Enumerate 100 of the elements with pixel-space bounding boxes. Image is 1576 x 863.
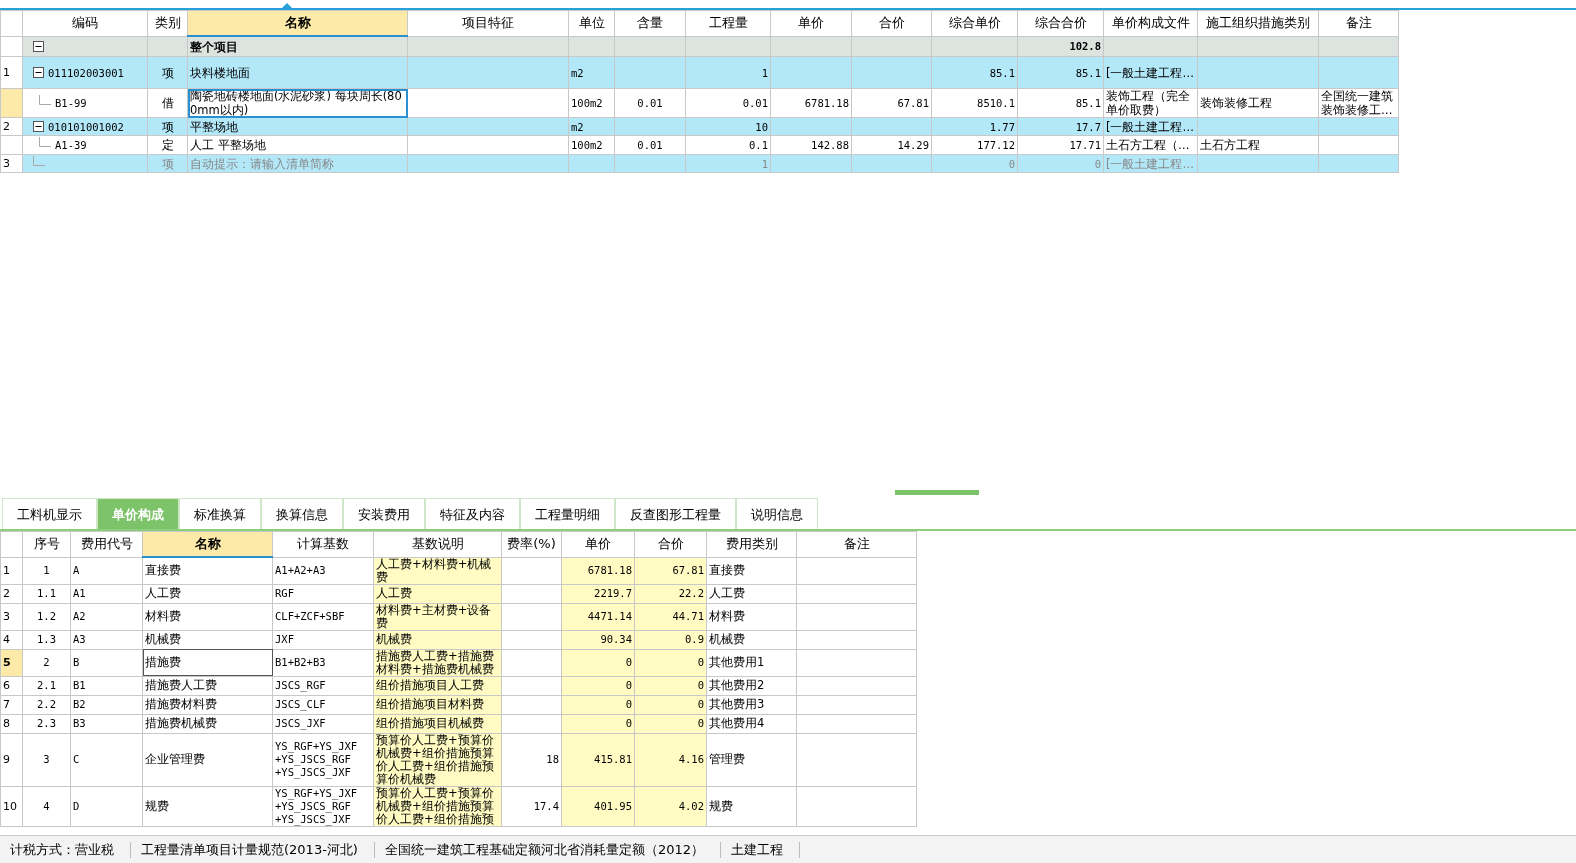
table-cell-text: 项 (160, 119, 175, 134)
table-cell-text: 14.29 (896, 138, 929, 152)
table-cell-text: 组价措施项目机械费 (376, 717, 485, 730)
table-cell-text: 企业管理费 (145, 753, 206, 766)
table-cell-text: 8510.1 (976, 96, 1015, 110)
table-cell-text: 4.02 (677, 799, 704, 813)
column-header[interactable]: 单位 (568, 10, 615, 36)
collapse-icon[interactable] (33, 40, 44, 52)
column-header[interactable]: 含量 (614, 10, 686, 36)
tab[interactable]: 说明信息 (736, 498, 818, 529)
collapse-icon[interactable] (33, 121, 44, 132)
table-cell-text: 0 (696, 698, 704, 711)
column-header[interactable]: 类别 (147, 10, 188, 36)
column-header[interactable]: 备注 (796, 531, 917, 557)
table-cell-text: JSCS_RGF (275, 679, 327, 692)
column-header[interactable]: 计算基数 (272, 531, 374, 557)
column-header[interactable]: 合价 (634, 531, 707, 557)
table-cell-text: 项 (160, 65, 175, 80)
column-header[interactable]: 合价 (851, 10, 932, 36)
status-text: 工程量清单项目计量规范(2013-河北) (131, 841, 375, 858)
tab[interactable]: 换算信息 (261, 498, 343, 529)
column-header[interactable]: 费用类别 (706, 531, 797, 557)
table-cell: [一般土建工程… (1106, 156, 1195, 171)
table-cell-text: 措施费机械费 (145, 717, 218, 730)
table-cell-text: 块料楼地面 (190, 65, 251, 80)
table-cell-text: YS_RGF+YS_JXF +YS_JSCS_RGF +YS_JSCS_JXF (275, 787, 359, 825)
row-number[interactable] (0, 36, 23, 57)
table-cell-text: 100m2 (571, 96, 604, 110)
table-cell-text: 0 (624, 698, 632, 711)
table-cell-text: 0 (696, 679, 704, 692)
column-header[interactable]: 序号 (22, 531, 71, 557)
table-cell-text: 定 (160, 138, 175, 152)
table-cell-text: 人工费 (709, 587, 746, 600)
row-number[interactable]: 10 (0, 786, 23, 826)
table-cell-text: 44.71 (671, 610, 704, 623)
table-cell-text: 2 (42, 656, 51, 669)
table-cell-text: JXF (275, 633, 295, 646)
table-cell-text: 自动提示：请输入清单简称 (190, 156, 335, 171)
table-cell-text: 预算价人工费+预算价机械费+组价措施预算价人工费+组价措施预算价机械费 (376, 734, 495, 785)
tab[interactable]: 安装费用 (343, 498, 425, 529)
table-cell-text: 4.16 (677, 753, 704, 766)
table-cell-text: 0.9 (684, 633, 704, 646)
table-cell-text: 415.81 (593, 753, 632, 766)
column-header[interactable]: 单价 (770, 10, 852, 36)
row-number[interactable]: 1 (0, 56, 23, 89)
table-cell-text: 177.12 (976, 138, 1015, 152)
table-cell-text: 67.81 (896, 96, 929, 110)
row-number[interactable]: 3 (0, 603, 23, 630)
column-header[interactable]: 施工组织措施类别 (1197, 10, 1319, 36)
table-cell-text: 0.01 (636, 96, 664, 110)
splitter-handle[interactable] (895, 490, 979, 495)
table-cell-text: 材料费+主材费+设备费 (376, 604, 493, 629)
table-cell-text: 土石方工程 (1200, 138, 1261, 152)
column-header[interactable]: 工程量 (685, 10, 771, 36)
row-number[interactable]: 5 (0, 649, 23, 676)
table-cell-text: 1 (42, 564, 51, 577)
column-header[interactable]: 单价 (561, 531, 635, 557)
column-header[interactable]: 编码 (22, 10, 148, 36)
tab[interactable]: 工料机显示 (2, 498, 97, 529)
tab[interactable]: 工程量明细 (520, 498, 615, 529)
column-header[interactable]: 费率(%) (501, 531, 562, 557)
table-cell-text: 直接费 (709, 564, 746, 577)
table-cell-text: JSCS_JXF (275, 717, 327, 730)
tab[interactable]: 标准换算 (179, 498, 261, 529)
column-header[interactable]: 基数说明 (373, 531, 502, 557)
table-cell-text: 2219.7 (593, 587, 632, 600)
table-cell-text: 其他费用3 (709, 698, 766, 711)
collapse-icon[interactable] (33, 67, 44, 78)
tab[interactable]: 反查图形工程量 (615, 498, 736, 529)
table-cell-text: 67.81 (671, 564, 704, 577)
table-cell-text: 22.2 (677, 587, 704, 600)
table-cell-text: 90.34 (599, 633, 632, 646)
table-cell-text: 1.1 (36, 587, 57, 600)
table-cell-text: 1.2 (36, 610, 57, 623)
column-header[interactable]: 费用代号 (70, 531, 143, 557)
column-header[interactable]: 备注 (1318, 10, 1399, 36)
table-cell-text: 0 (1007, 156, 1015, 171)
table-cell-text: 0 (624, 679, 632, 692)
table-cell-text: 人工费+材料费+机械费 (376, 558, 493, 583)
table-cell-text: 土石方工程（… (1106, 138, 1191, 152)
table-cell-text: 措施费人工费+措施费材料费+措施费机械费 (376, 650, 495, 675)
table-cell-text: 0 (696, 656, 704, 669)
table-cell-text: B1+B2+B3 (275, 656, 327, 669)
column-header[interactable]: 项目特征 (407, 10, 569, 36)
table-cell-text: m2 (571, 65, 585, 80)
column-header[interactable]: 名称 (187, 10, 408, 36)
row-number[interactable]: 9 (0, 733, 23, 786)
column-header[interactable]: 综合合价 (1017, 10, 1104, 36)
table-cell-text: 其他费用4 (709, 717, 766, 730)
row-number[interactable] (0, 88, 23, 118)
row-number[interactable]: 1 (0, 557, 23, 584)
table-cell-text: 其他费用2 (709, 679, 766, 692)
tab[interactable]: 特征及内容 (425, 498, 520, 529)
column-header[interactable]: 单价构成文件 (1103, 10, 1198, 36)
table-cell-text: 组价措施项目人工费 (376, 679, 485, 692)
table-cell-text: 2.1 (36, 679, 57, 692)
table-cell-text: B1 (73, 679, 87, 692)
table-cell-text: 人工费 (376, 587, 413, 600)
column-header[interactable]: 名称 (142, 531, 273, 557)
column-header[interactable]: 综合单价 (931, 10, 1018, 36)
